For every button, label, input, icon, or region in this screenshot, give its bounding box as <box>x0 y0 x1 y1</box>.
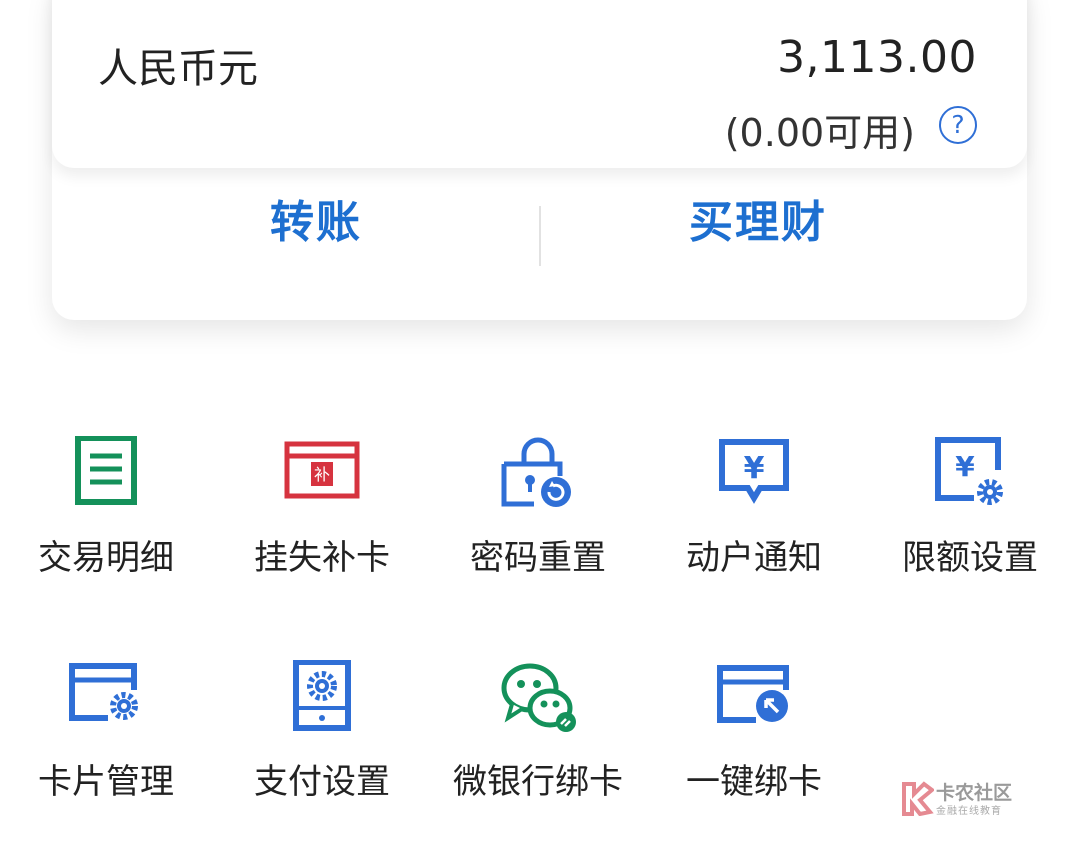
help-icon[interactable]: ? <box>939 106 977 144</box>
service-payment-settings[interactable]: 支付设置 <box>222 660 422 810</box>
action-divider <box>539 206 541 266</box>
yen-glyph: ¥ <box>744 451 765 486</box>
service-label: 卡片管理 <box>38 762 174 802</box>
payment-settings-icon <box>293 660 351 731</box>
service-limit-settings[interactable]: ¥ 限额设置 <box>870 436 1070 586</box>
service-label: 密码重置 <box>470 538 606 578</box>
service-transaction-details[interactable]: 交易明细 <box>6 436 206 586</box>
service-password-reset[interactable]: 密码重置 <box>438 436 638 586</box>
service-label: 一键绑卡 <box>686 762 822 802</box>
balance-panel: 人民币元 3,113.00 (0.00可用) ? <box>52 0 1027 168</box>
balance-amount: 3,113.00 <box>777 32 977 83</box>
service-label: 微银行绑卡 <box>453 762 623 802</box>
one-click-bind-icon <box>717 665 789 723</box>
service-label: 支付设置 <box>254 762 390 802</box>
service-one-click-bind[interactable]: 一键绑卡 <box>654 660 854 810</box>
service-wechat-bind[interactable]: 微银行绑卡 <box>438 660 638 810</box>
limit-settings-icon: ¥ <box>935 437 1004 506</box>
service-label: 动户通知 <box>686 538 822 578</box>
transaction-details-icon <box>75 436 137 505</box>
badge-text: 补 <box>314 465 330 484</box>
account-notice-icon: ¥ <box>719 439 789 504</box>
service-card-management[interactable]: 卡片管理 <box>6 660 206 810</box>
card-management-icon <box>69 663 139 721</box>
service-label: 交易明细 <box>38 538 174 578</box>
account-card: 人民币元 3,113.00 (0.00可用) ? 转账 买理财 <box>52 0 1027 320</box>
watermark-logo <box>902 781 934 816</box>
report-loss-card-icon: 补 <box>284 441 360 499</box>
service-label: 挂失补卡 <box>254 538 390 578</box>
transfer-button[interactable]: 转账 <box>106 188 526 258</box>
service-account-notice[interactable]: ¥ 动户通知 <box>654 436 854 586</box>
watermark-subtitle: 金融在线教育 <box>936 806 1002 817</box>
yen-glyph: ¥ <box>955 450 975 483</box>
buy-wealth-button[interactable]: 买理财 <box>548 188 968 258</box>
watermark: 卡农社区 金融在线教育 <box>900 778 1030 818</box>
service-label: 限额设置 <box>902 538 1038 578</box>
service-report-loss[interactable]: 补 挂失补卡 <box>222 436 422 586</box>
watermark-title: 卡农社区 <box>936 782 1013 804</box>
wechat-bind-card-icon <box>501 663 576 732</box>
available-balance: (0.00可用) <box>724 111 915 155</box>
password-reset-icon <box>501 437 571 507</box>
currency-label: 人民币元 <box>98 46 258 92</box>
